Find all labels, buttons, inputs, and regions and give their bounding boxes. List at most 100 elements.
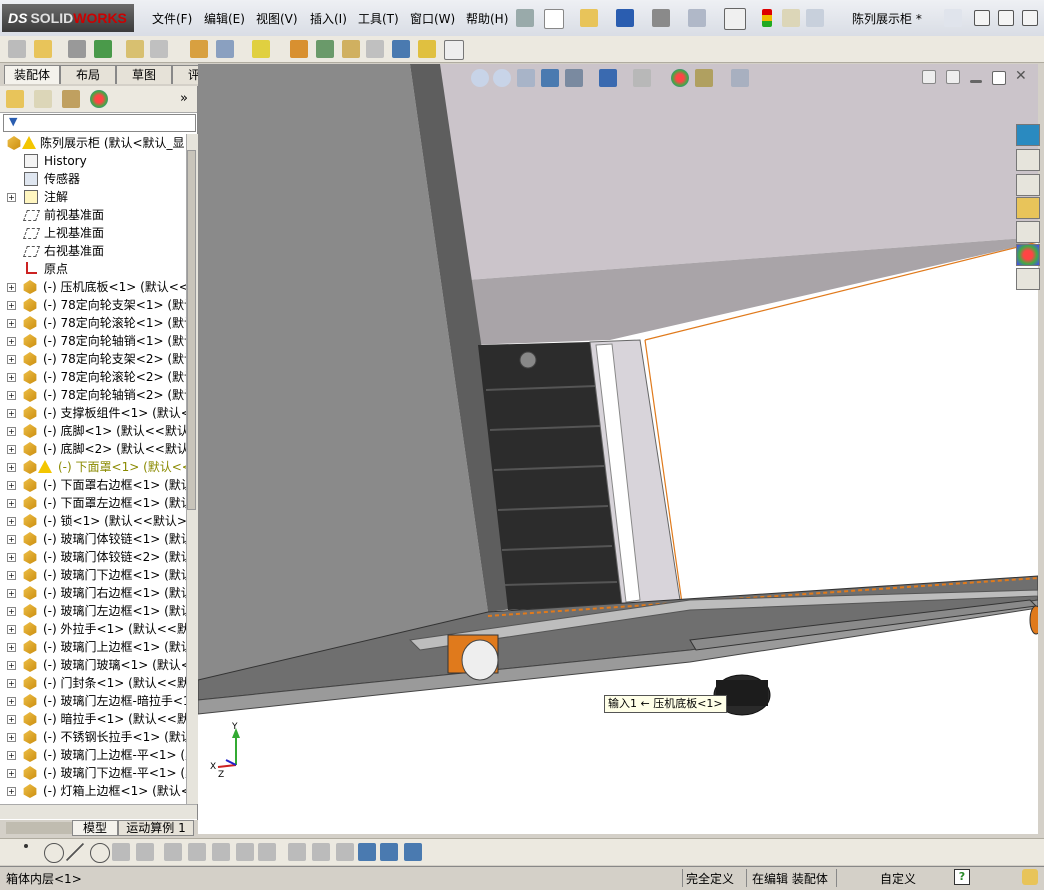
tree-item[interactable]: + (-) 78定向轮滚轮<1> (默认 (0, 314, 186, 332)
add-relation-icon[interactable] (336, 843, 354, 861)
tree-item[interactable]: + (-) 不锈钢长拉手<1> (默认 (0, 728, 186, 746)
undo-icon[interactable] (688, 9, 706, 27)
file-properties-icon[interactable] (782, 9, 800, 27)
tab-scroll-arrows[interactable] (6, 822, 72, 834)
expand-icon[interactable]: + (7, 715, 16, 724)
expand-icon[interactable]: + (7, 553, 16, 562)
instant3d-icon[interactable] (444, 40, 464, 60)
tree-filter-input[interactable]: ▼ (3, 114, 196, 132)
tree-item[interactable]: + (-) 玻璃门下边框-平<1> (默 (0, 764, 186, 782)
section-view-icon[interactable] (541, 69, 559, 87)
tree-item[interactable]: + (-) 玻璃门上边框<1> (默认 (0, 638, 186, 656)
tree-item[interactable]: + (-) 玻璃门体铰链<2> (默认 (0, 548, 186, 566)
save-icon[interactable] (616, 9, 634, 27)
viewport-restore-icon[interactable] (992, 71, 1006, 85)
tree-item[interactable]: 传感器 (0, 170, 186, 188)
offset-icon[interactable] (136, 843, 154, 861)
tree-item[interactable]: + (-) 底脚<1> (默认<<默认> (0, 422, 186, 440)
tree-horizontal-scrollbar[interactable] (0, 804, 197, 819)
tree-item[interactable]: + (-) 78定向轮滚轮<2> (默认 (0, 368, 186, 386)
corner-rectangle-icon[interactable] (236, 843, 254, 861)
assembly-features-icon[interactable] (216, 40, 234, 58)
tree-item[interactable]: + (-) 玻璃门体铰链<1> (默认 (0, 530, 186, 548)
show-hidden-icon[interactable] (190, 40, 208, 58)
zoom-to-area-icon[interactable] (493, 69, 511, 87)
expand-icon[interactable]: + (7, 787, 16, 796)
point-icon[interactable] (24, 844, 28, 848)
spline-icon[interactable] (258, 843, 276, 861)
viewport-close-icon[interactable]: ✕ (1015, 68, 1027, 84)
tree-item[interactable]: + (-) 支撑板组件<1> (默认<- (0, 404, 186, 422)
linear-pattern-icon[interactable] (94, 40, 112, 58)
tree-scroll-thumb[interactable] (187, 150, 196, 510)
expand-icon[interactable]: + (7, 409, 16, 418)
configuration-manager-icon[interactable] (62, 90, 80, 108)
edit-appearance-icon[interactable] (671, 69, 689, 87)
expand-icon[interactable]: + (7, 733, 16, 742)
expand-icon[interactable]: + (7, 661, 16, 670)
status-units[interactable]: 自定义 (880, 870, 916, 887)
tree-item[interactable]: + (-) 玻璃门左边框-暗拉手<1: (0, 692, 186, 710)
expand-icon[interactable]: + (7, 751, 16, 760)
property-manager-icon[interactable] (34, 90, 52, 108)
tree-item[interactable]: + (-) 暗拉手<1> (默认<<默认 (0, 710, 186, 728)
expand-icon[interactable]: + (7, 607, 16, 616)
tree-item[interactable]: + (-) 下面罩左边框<1> (默认 (0, 494, 186, 512)
expand-icon[interactable]: + (7, 355, 16, 364)
tree-item[interactable]: + (-) 玻璃门玻璃<1> (默认< (0, 656, 186, 674)
expand-icon[interactable]: + (7, 463, 16, 472)
tree-item[interactable]: + 注解 (0, 188, 186, 206)
expand-icon[interactable]: + (7, 481, 16, 490)
menu-help[interactable]: 帮助(H) (466, 10, 508, 27)
layout-block-icon[interactable] (380, 843, 398, 861)
expand-icon[interactable]: + (7, 319, 16, 328)
hide-show-items-icon[interactable] (633, 69, 651, 87)
display-style-icon[interactable] (599, 69, 617, 87)
new-motion-study-icon[interactable] (290, 40, 308, 58)
restore-icon[interactable] (998, 10, 1014, 26)
tab-assembly[interactable]: 装配体 (4, 65, 60, 84)
tree-item[interactable]: + (-) 底脚<2> (默认<<默认> (0, 440, 186, 458)
rebuild-traffic-light-icon[interactable] (762, 9, 772, 27)
expand-icon[interactable]: + (7, 625, 16, 634)
assembly-3d-model[interactable] (198, 64, 1038, 834)
menu-edit[interactable]: 编辑(E) (204, 10, 245, 27)
minimize-icon[interactable] (974, 10, 990, 26)
expand-icon[interactable]: + (7, 445, 16, 454)
new-document-icon[interactable] (544, 9, 564, 29)
open-folder-icon[interactable] (580, 9, 598, 27)
feature-tree-icon[interactable] (6, 90, 24, 108)
expand-icon[interactable]: + (7, 769, 16, 778)
circle-icon[interactable] (44, 843, 64, 863)
explode-line-sketch-icon[interactable] (366, 40, 384, 58)
tree-item[interactable]: + (-) 78定向轮轴销<1> (默认 (0, 332, 186, 350)
design-library-icon[interactable] (1016, 174, 1040, 196)
home-icon[interactable] (1016, 149, 1040, 171)
table-icon[interactable] (404, 843, 422, 861)
tree-item[interactable]: + (-) 78定向轮轴销<2> (默认 (0, 386, 186, 404)
display-manager-icon[interactable] (90, 90, 108, 108)
tree-item[interactable]: + (-) 下面罩<1> (默认<< (0, 458, 186, 476)
exploded-view-icon[interactable] (342, 40, 360, 58)
tag-icon[interactable] (1022, 869, 1038, 885)
tree-item[interactable]: 原点 (0, 260, 186, 278)
view-settings-icon[interactable] (731, 69, 749, 87)
tree-item[interactable]: + (-) 压机底板<1> (默认<<默 (0, 278, 186, 296)
expand-icon[interactable]: + (7, 373, 16, 382)
previous-view-icon[interactable] (517, 69, 535, 87)
tree-item[interactable]: + (-) 下面罩右边框<1> (默认 (0, 476, 186, 494)
tree-item[interactable]: 右视基准面 (0, 242, 186, 260)
filter-icon[interactable]: ▼ (9, 115, 17, 128)
tab-motion-study[interactable]: 运动算例 1 (118, 820, 194, 836)
expand-icon[interactable]: + (7, 499, 16, 508)
options-icon[interactable] (806, 9, 824, 27)
apply-scene-icon[interactable] (695, 69, 713, 87)
expand-icon[interactable]: + (7, 391, 16, 400)
view-orientation-icon[interactable] (565, 69, 583, 87)
menu-insert[interactable]: 插入(I) (310, 10, 347, 27)
tree-item[interactable]: + (-) 玻璃门左边框<1> (默认 (0, 602, 186, 620)
custom-properties-icon[interactable] (1016, 268, 1040, 290)
viewport-split-right-icon[interactable] (946, 70, 960, 84)
chamfer-icon[interactable] (212, 843, 230, 861)
expand-icon[interactable]: + (7, 283, 16, 292)
